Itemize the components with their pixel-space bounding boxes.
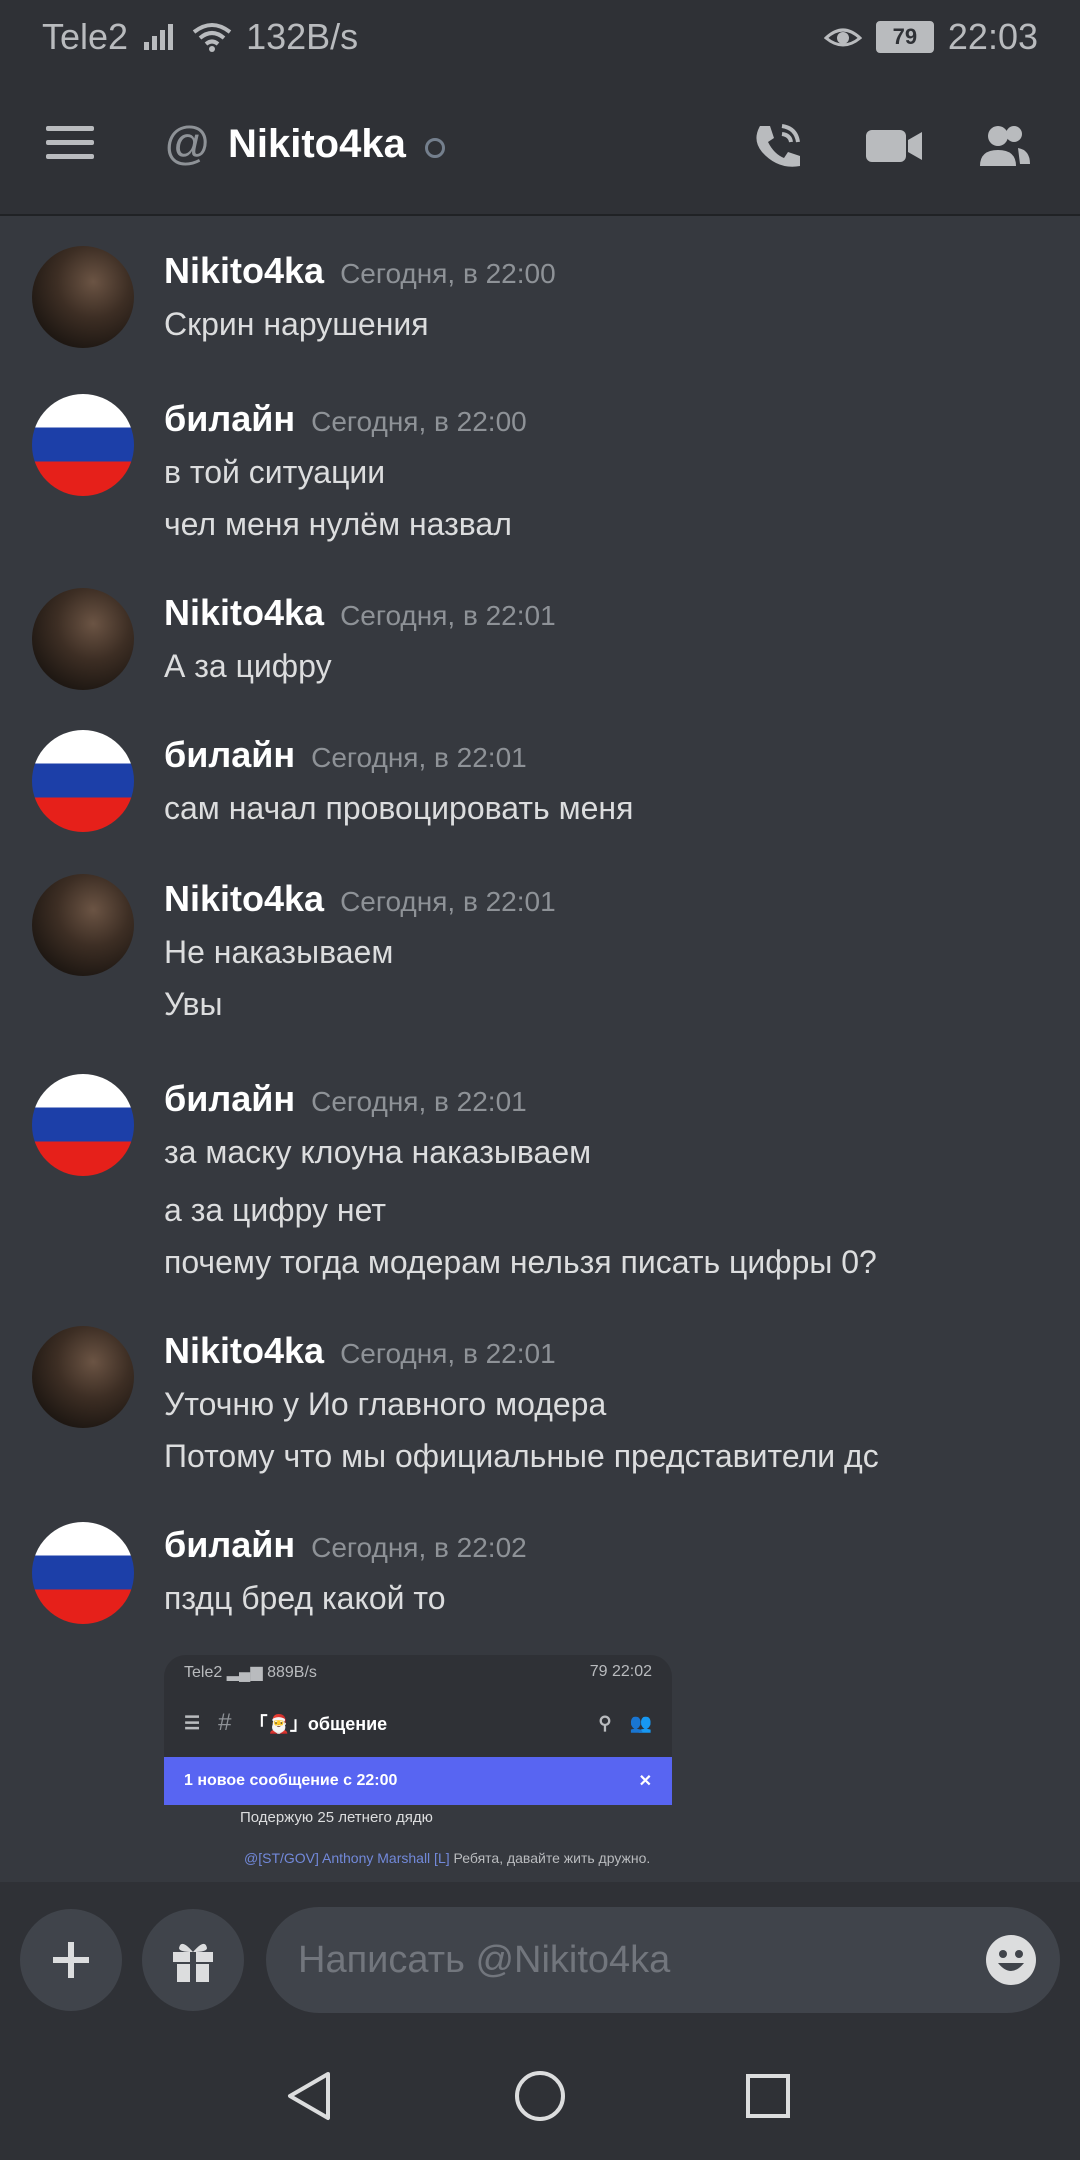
embed-message-text: Подержую 25 летнего дядю [240, 1809, 433, 1826]
emoji-icon[interactable] [984, 1933, 1038, 1987]
embed-channel-header: ☰ # 「🎅」общение ⚲ 👥 [164, 1689, 672, 1757]
eye-comfort-icon [823, 28, 862, 47]
message-author[interactable]: Nikito4ka Сегодня, в 22:01 [164, 1330, 556, 1372]
embed-net-speed: 889B/s [267, 1664, 317, 1681]
channel-title: Nikito4ka [228, 122, 406, 166]
avatar[interactable] [32, 730, 134, 832]
wifi-icon [192, 23, 232, 52]
message-text: пздц бред какой то [164, 1580, 446, 1616]
voice-call-icon[interactable] [748, 120, 808, 172]
message-list[interactable]: Nikito4ka Сегодня, в 22:00 Скрин нарушени… [0, 216, 1080, 1880]
message-timestamp: Сегодня, в 22:00 [340, 258, 556, 289]
plus-icon [53, 1942, 89, 1978]
image-attachment[interactable]: Tele2 ▂▄▆ 889B/s 79 22:02 ☰ # 「🎅」общение… [164, 1655, 672, 1880]
at-icon: @ [164, 117, 211, 169]
net-speed: 132B/s [246, 16, 359, 57]
avatar[interactable] [32, 1074, 134, 1176]
message-text: А за цифру [164, 648, 332, 684]
message-timestamp: Сегодня, в 22:01 [311, 742, 527, 773]
embed-close-icon: ✕ [638, 1773, 652, 1790]
embed-message-body: Подержую 25 летнего дядю @[ST/GOV] Antho… [164, 1805, 672, 1880]
home-icon[interactable] [514, 2070, 566, 2122]
message-input[interactable]: Написать @Nikito4ka [266, 1907, 1060, 2013]
message-text: а за цифру нет [164, 1192, 386, 1228]
message-text: Потому что мы официальные представители … [164, 1438, 879, 1474]
embed-reply-text: Ребята, давайте жить дружно. [453, 1850, 651, 1866]
message-author[interactable]: билайн Сегодня, в 22:02 [164, 1524, 527, 1566]
avatar[interactable] [32, 1326, 134, 1428]
message-text: Увы [164, 986, 223, 1022]
embed-channel-name: 「🎅」общение [249, 1714, 388, 1734]
message-text: Скрин нарушения [164, 306, 429, 342]
member-list-icon[interactable] [972, 120, 1032, 172]
clock: 22:03 [947, 16, 1038, 57]
embed-carrier: Tele2 [184, 1664, 223, 1681]
message-timestamp: Сегодня, в 22:02 [311, 1532, 527, 1563]
avatar[interactable] [32, 874, 134, 976]
new-messages-banner: 1 новое сообщение с 22:00 ✕ [164, 1757, 672, 1805]
embed-battery: 79 [589, 1663, 608, 1680]
avatar[interactable] [32, 1522, 134, 1624]
message-author[interactable]: билайн Сегодня, в 22:01 [164, 1078, 527, 1120]
message-timestamp: Сегодня, в 22:01 [340, 1338, 556, 1369]
status-offline-icon [425, 138, 445, 158]
avatar[interactable] [32, 246, 134, 348]
embed-menu-icon: ☰ [184, 1712, 201, 1733]
message-author[interactable]: Nikito4ka Сегодня, в 22:01 [164, 878, 556, 920]
message-text: почему тогда модерам нельзя писать цифры… [164, 1244, 877, 1280]
message-text: за маску клоуна наказываем [164, 1134, 592, 1170]
message-text: Не наказываем [164, 934, 394, 970]
embed-members-icon: 👥 [629, 1712, 652, 1733]
embed-status-bar: Tele2 ▂▄▆ 889B/s 79 22:02 [184, 1663, 652, 1681]
back-icon[interactable] [284, 2070, 334, 2122]
message-author[interactable]: Nikito4ka Сегодня, в 22:01 [164, 592, 556, 634]
status-bar: Tele2 132B/s 79 22:03 [0, 0, 1080, 76]
battery-indicator: 79 [875, 21, 934, 53]
message-timestamp: Сегодня, в 22:01 [340, 886, 556, 917]
message-text: сам начал провоцировать меня [164, 790, 634, 826]
carrier-label: Tele2 [42, 16, 129, 57]
message-author[interactable]: билайн Сегодня, в 22:00 [164, 398, 527, 440]
signal-icon [144, 24, 174, 50]
embed-clock: 22:02 [611, 1663, 652, 1680]
embed-hash-icon: # [218, 1709, 232, 1736]
gift-button[interactable] [142, 1909, 244, 2011]
embed-search-icon: ⚲ [598, 1712, 612, 1733]
channel-header: @ Nikito4ka [0, 76, 1080, 216]
message-author[interactable]: Nikito4ka Сегодня, в 22:00 [164, 250, 556, 292]
message-text: Уточню у Ио главного модера [164, 1386, 607, 1422]
gift-icon [173, 1943, 213, 1982]
video-call-icon[interactable] [864, 120, 924, 172]
recents-icon[interactable] [744, 2070, 792, 2122]
message-text: в той ситуации [164, 454, 386, 490]
message-timestamp: Сегодня, в 22:00 [311, 406, 527, 437]
avatar[interactable] [32, 588, 134, 690]
hamburger-menu-icon[interactable] [46, 126, 94, 162]
system-nav-bar [0, 2032, 1080, 2160]
embed-reply-author: @[ST/GOV] Anthony Marshall [L] [244, 1850, 450, 1866]
avatar[interactable] [32, 394, 134, 496]
message-timestamp: Сегодня, в 22:01 [311, 1086, 527, 1117]
message-timestamp: Сегодня, в 22:01 [340, 600, 556, 631]
message-input-placeholder: Написать @Nikito4ka [298, 1939, 671, 1981]
composer-bar: Написать @Nikito4ka [0, 1882, 1080, 2032]
message-text: чел меня нулём назвал [164, 506, 512, 542]
message-author[interactable]: билайн Сегодня, в 22:01 [164, 734, 527, 776]
add-attachment-button[interactable] [20, 1909, 122, 2011]
